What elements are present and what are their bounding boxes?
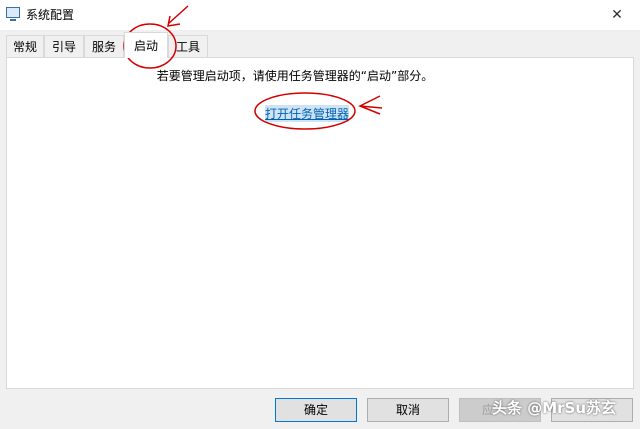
tab-services[interactable]: 服务 [84,35,124,57]
startup-panel: 若要管理启动项，请使用任务管理器的“启动”部分。 打开任务管理器 [6,57,634,389]
window-title: 系统配置 [26,8,75,22]
title-bar: 系统配置 ✕ [0,0,640,30]
open-task-manager-link[interactable]: 打开任务管理器 [265,105,350,122]
close-button[interactable]: ✕ [594,0,640,30]
tab-startup[interactable]: 启动 [124,32,168,58]
close-icon: ✕ [611,7,623,23]
cancel-button[interactable]: 取消 [367,398,449,422]
watermark: 头条 @MrSu苏玄 [492,399,617,417]
tab-tools[interactable]: 工具 [168,35,208,57]
ok-button[interactable]: 确定 [275,398,357,422]
tab-general[interactable]: 常规 [6,35,44,57]
system-config-icon [6,7,20,21]
tab-boot[interactable]: 引导 [44,35,84,57]
startup-info-text: 若要管理启动项，请使用任务管理器的“启动”部分。 [156,69,434,83]
